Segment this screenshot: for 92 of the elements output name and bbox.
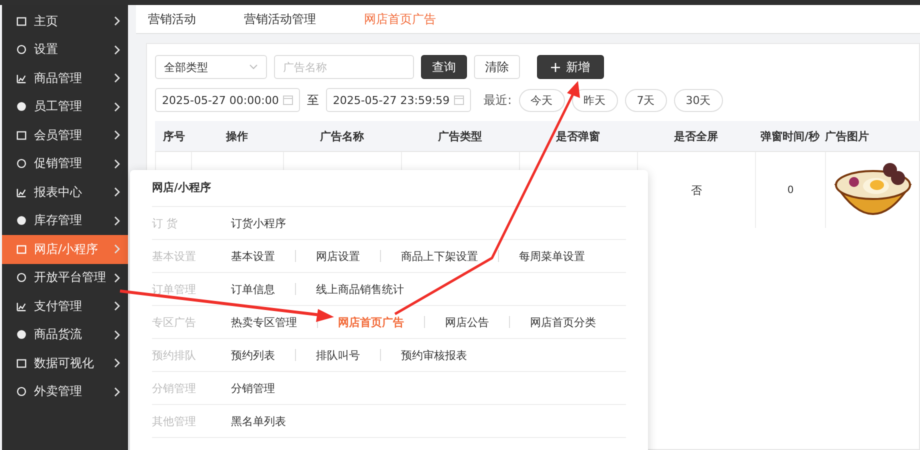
plus-icon (551, 62, 560, 72)
menu-item-icon (16, 72, 27, 84)
sidebar-item[interactable]: 支付管理 (2, 292, 128, 320)
submenu-group-label: 订 货 (152, 216, 178, 230)
tab[interactable]: 营销活动 (136, 10, 208, 28)
chevron-icon (114, 73, 120, 84)
chevron-icon (114, 102, 120, 112)
column-header: 是否弹窗 (555, 128, 601, 144)
menu-item-icon (16, 101, 27, 112)
recent-range-button[interactable]: 7天 (624, 88, 667, 112)
sidebar-item[interactable]: 设置 (2, 36, 128, 64)
chevron-icon (114, 244, 120, 254)
end-date-field[interactable]: 2025-05-27 23:59:59 (326, 88, 471, 112)
recent-range-button[interactable]: 昨天 (572, 88, 618, 112)
clear-button[interactable]: 清除 (474, 55, 520, 79)
table-cell: 0 (755, 152, 825, 228)
menu-item-icon (16, 158, 27, 170)
menu-item-icon (16, 358, 27, 369)
column-header: 是否全屏 (673, 128, 719, 144)
submenu-link[interactable]: 线上商品销售统计 (316, 282, 404, 296)
chevron-icon (114, 130, 120, 140)
sidebar-item[interactable]: 库存管理 (2, 206, 128, 235)
submenu-group-label: 其他管理 (152, 414, 197, 428)
menu-item-icon (16, 215, 27, 226)
add-button[interactable]: 新增 (537, 55, 604, 79)
submenu-link[interactable]: 商品上下架设置 (401, 248, 478, 264)
type-select[interactable]: 全部类型 (155, 55, 267, 79)
chevron-icon (114, 44, 120, 55)
menu-item-icon (16, 272, 27, 284)
sidebar-item[interactable]: 商品管理 (2, 64, 128, 92)
submenu-link[interactable]: 基本设置 (231, 248, 275, 264)
tab[interactable]: 营销活动管理 (232, 10, 328, 28)
menu-item-icon (16, 16, 27, 27)
sidebar-item[interactable]: 主页 (2, 7, 128, 36)
menu-item-icon (16, 300, 27, 312)
submenu-link[interactable]: 网店首页分类 (530, 314, 596, 330)
menu-item-icon (16, 244, 27, 255)
submenu-group-label: 订单管理 (152, 282, 197, 296)
sidebar-item[interactable]: 报表中心 (2, 178, 128, 206)
submenu-group-label: 预约排队 (152, 348, 197, 362)
column-header: 广告名称 (319, 128, 365, 144)
submenu-link[interactable]: 订货小程序 (231, 216, 286, 230)
chevron-icon (114, 272, 120, 283)
ad-name-field[interactable]: 广告名称 (274, 55, 414, 79)
submenu-link[interactable]: 热卖专区管理 (231, 314, 297, 330)
column-header: 弹窗时间/秒 (759, 128, 821, 144)
submenu-link[interactable]: 预约列表 (231, 348, 275, 362)
sidebar-item[interactable]: 数据可视化 (2, 349, 128, 378)
recent-range-button[interactable]: 今天 (518, 88, 565, 112)
menu-item-icon (16, 386, 27, 398)
submenu-group-label: 基本设置 (152, 248, 197, 264)
submenu-link[interactable]: 分销管理 (231, 380, 275, 396)
chevron-icon (114, 158, 120, 169)
menu-item-icon (16, 329, 27, 340)
submenu-link[interactable]: 网店设置 (316, 248, 360, 264)
submenu-link[interactable]: 预约审核报表 (401, 348, 467, 362)
start-date-field[interactable]: 2025-05-27 00:00:00 (155, 88, 300, 112)
sidebar-item[interactable]: 员工管理 (2, 92, 128, 121)
submenu-link[interactable]: 订单信息 (231, 282, 275, 296)
chevron-icon (114, 301, 120, 312)
query-button[interactable]: 查询 (421, 55, 467, 79)
chevron-icon (114, 358, 120, 368)
column-header: 操作 (224, 128, 249, 144)
submenu-link[interactable]: 黑名单列表 (231, 414, 286, 428)
recent-label: 最近: (484, 92, 512, 108)
menu-item-icon (16, 186, 27, 198)
sidebar-item[interactable]: 会员管理 (2, 121, 128, 150)
chevron-icon (114, 216, 120, 226)
chevron-icon (114, 386, 120, 397)
sidebar-item[interactable]: 开放平台管理 (2, 264, 128, 292)
calendar-icon (282, 95, 293, 105)
recent-range-button[interactable]: 30天 (674, 88, 723, 112)
chevron-icon (114, 187, 120, 198)
menu-item-icon (16, 130, 27, 141)
chevron-icon (114, 330, 120, 340)
submenu-link[interactable]: 每周菜单设置 (519, 248, 585, 264)
column-header: 广告类型 (437, 128, 483, 144)
submenu-link[interactable]: 排队叫号 (316, 348, 360, 362)
sidebar-item[interactable]: 促销管理 (2, 150, 128, 178)
submenu-group-label: 专区广告 (152, 314, 197, 330)
menu-item-icon (16, 44, 27, 56)
date-separator: 至 (306, 92, 319, 108)
sidebar-item[interactable]: 外卖管理 (2, 378, 128, 406)
calendar-icon (454, 95, 464, 105)
submenu-link[interactable]: 网店公告 (445, 314, 489, 330)
submenu-title: 网店/小程序 (152, 180, 626, 207)
submenu-group-label: 分销管理 (152, 380, 197, 396)
sidebar-item[interactable]: 商品货流 (2, 320, 128, 349)
dropdown-caret-icon (249, 64, 258, 70)
column-header: 序号 (162, 128, 186, 144)
column-header: 广告图片 (825, 128, 870, 144)
chevron-icon (114, 16, 120, 26)
